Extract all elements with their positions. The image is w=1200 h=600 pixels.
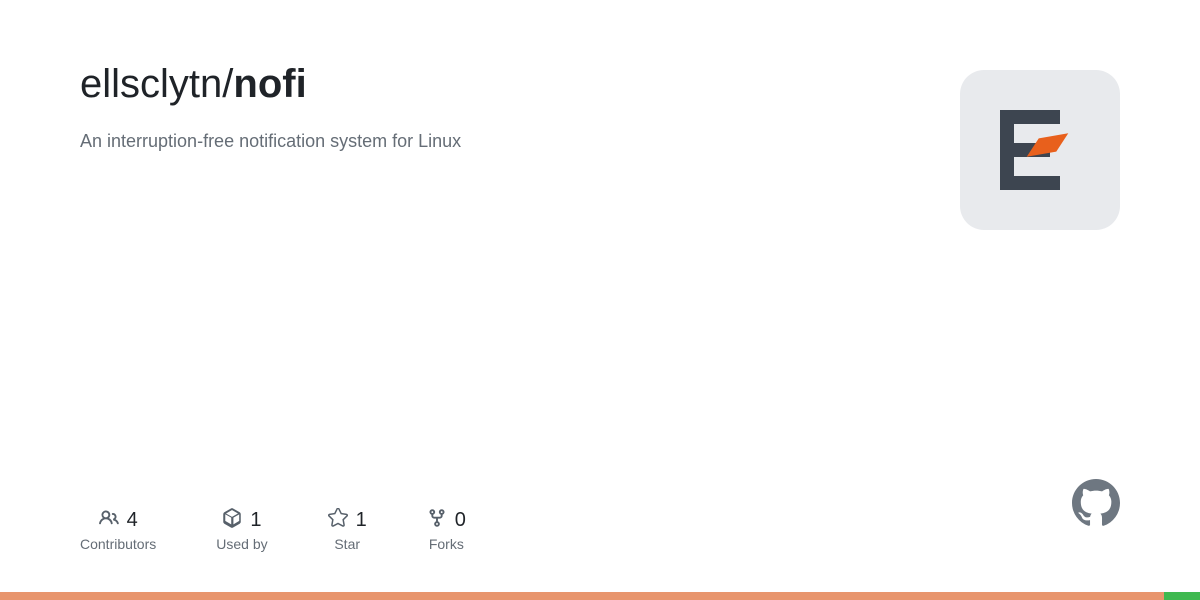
- forks-count: 0: [455, 509, 466, 532]
- repo-title: ellsclytn/nofi: [80, 60, 960, 108]
- stat-forks[interactable]: 0 Forks: [427, 508, 466, 552]
- star-label: Star: [334, 536, 360, 552]
- stat-used-by[interactable]: 1 Used by: [216, 508, 267, 552]
- github-icon: [1072, 479, 1120, 527]
- contributors-count: 4: [127, 509, 138, 532]
- stats-row: 4 Contributors 1 Used by: [80, 508, 960, 552]
- stat-top-star: 1: [328, 508, 367, 532]
- main-content: ellsclytn/nofi An interruption-free noti…: [0, 0, 1200, 592]
- star-icon: [328, 508, 348, 532]
- contributors-label: Contributors: [80, 536, 156, 552]
- star-count: 1: [356, 509, 367, 532]
- repo-owner: ellsclytn: [80, 62, 222, 106]
- used-by-count: 1: [250, 509, 261, 532]
- forks-label: Forks: [429, 536, 464, 552]
- repo-name: nofi: [233, 62, 306, 106]
- bottom-bar-green: [1164, 592, 1200, 600]
- contributors-icon: [99, 508, 119, 532]
- app-icon: [960, 70, 1120, 230]
- stat-top-contributors: 4: [99, 508, 138, 532]
- bottom-bar: [0, 592, 1200, 600]
- stat-star[interactable]: 1 Star: [328, 508, 367, 552]
- left-section: ellsclytn/nofi An interruption-free noti…: [80, 60, 960, 552]
- stat-contributors[interactable]: 4 Contributors: [80, 508, 156, 552]
- github-logo-wrapper[interactable]: [1072, 479, 1120, 532]
- repo-description: An interruption-free notification system…: [80, 128, 960, 155]
- bottom-bar-orange: [0, 592, 1164, 600]
- package-icon: [222, 508, 242, 532]
- stat-top-forks: 0: [427, 508, 466, 532]
- fork-icon: [427, 508, 447, 532]
- used-by-label: Used by: [216, 536, 267, 552]
- stat-top-used-by: 1: [222, 508, 261, 532]
